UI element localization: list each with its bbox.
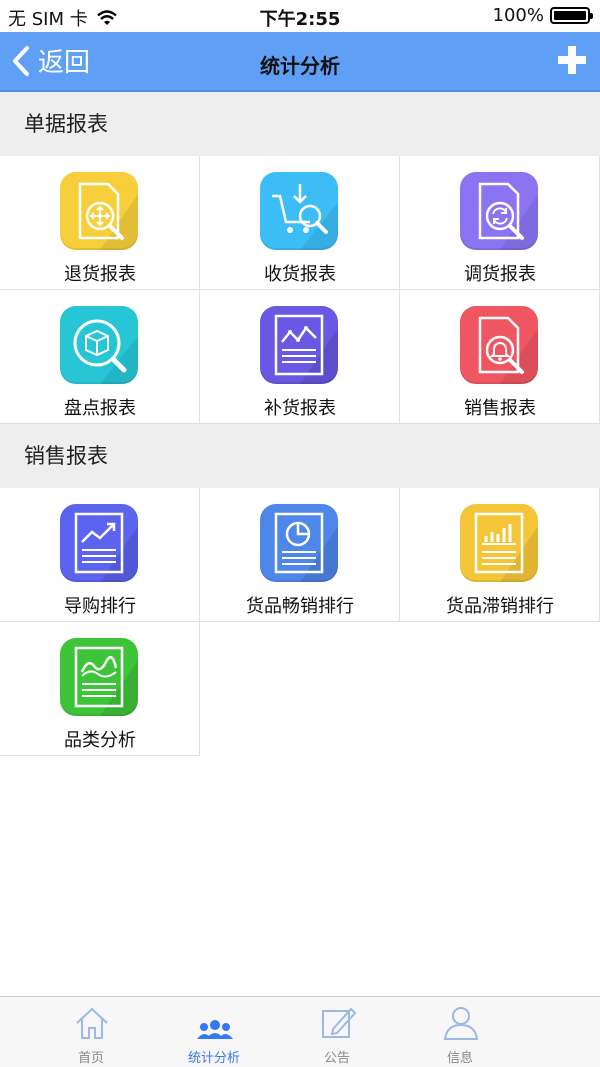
section-header-documents: 单据报表: [0, 92, 600, 156]
bell-document-icon: [460, 306, 538, 384]
chevron-left-icon: [13, 45, 29, 76]
tab-bar: 首页 统计分析 公告 信息: [0, 996, 600, 1067]
box-search-icon: [60, 306, 138, 384]
status-bar: 无 SIM 卡 下午2:55 100%: [0, 0, 600, 32]
edit-icon: [322, 1007, 357, 1038]
home-icon: [76, 1007, 108, 1039]
report-item-label: 品类分析: [64, 730, 136, 751]
report-item-label: 盘点报表: [64, 398, 136, 419]
tab-statistics[interactable]: 统计分析: [154, 997, 274, 1067]
add-button[interactable]: [558, 46, 586, 74]
status-right: 100%: [492, 5, 593, 26]
pie-document-icon: [260, 504, 338, 582]
battery-icon: [550, 7, 593, 24]
report-item-label: 货品畅销排行: [246, 596, 354, 617]
tab-label: 首页: [77, 1051, 104, 1066]
report-item-category-analysis[interactable]: 品类分析: [0, 622, 200, 756]
report-item-label: 收货报表: [264, 264, 336, 285]
section-header-sales: 销售报表: [0, 424, 600, 488]
tab-label: 统计分析: [187, 1051, 240, 1066]
move-document-icon: [60, 172, 138, 250]
report-item-label: 调货报表: [464, 264, 536, 285]
report-item-label: 退货报表: [64, 264, 136, 285]
area-chart-document-icon: [60, 638, 138, 716]
tab-home[interactable]: 首页: [31, 997, 151, 1067]
tab-label: 信息: [446, 1051, 473, 1066]
report-item-label: 补货报表: [264, 398, 336, 419]
back-button[interactable]: 返回: [10, 42, 90, 79]
report-item-receiving[interactable]: 收货报表: [200, 156, 400, 290]
report-item-transfer[interactable]: 调货报表: [400, 156, 600, 290]
refresh-document-icon: [460, 172, 538, 250]
report-item-guide-ranking[interactable]: 导购排行: [0, 488, 200, 622]
report-item-bestseller-ranking[interactable]: 货品畅销排行: [200, 488, 400, 622]
report-item-label: 货品滞销排行: [446, 596, 554, 617]
tab-label: 公告: [323, 1051, 350, 1066]
report-item-label: 销售报表: [464, 398, 536, 419]
user-icon: [443, 1007, 479, 1040]
trend-document-icon: [60, 504, 138, 582]
report-item-slowseller-ranking[interactable]: 货品滞销排行: [400, 488, 600, 622]
report-item-inventory[interactable]: 盘点报表: [0, 290, 200, 424]
bar-chart-document-icon: [460, 504, 538, 582]
back-label: 返回: [38, 48, 91, 78]
report-item-returns[interactable]: 退货报表: [0, 156, 200, 290]
report-item-sales[interactable]: 销售报表: [400, 290, 600, 424]
tab-messages[interactable]: 信息: [400, 997, 520, 1067]
nav-bar: 返回 统计分析: [0, 32, 600, 92]
battery-percent: 100%: [492, 5, 544, 26]
cart-search-icon: [260, 172, 338, 250]
people-icon: [197, 1020, 233, 1039]
report-item-replenishment[interactable]: 补货报表: [200, 290, 400, 424]
report-item-label: 导购排行: [64, 596, 136, 617]
line-chart-document-icon: [260, 306, 338, 384]
tab-announcements[interactable]: 公告: [277, 997, 397, 1067]
